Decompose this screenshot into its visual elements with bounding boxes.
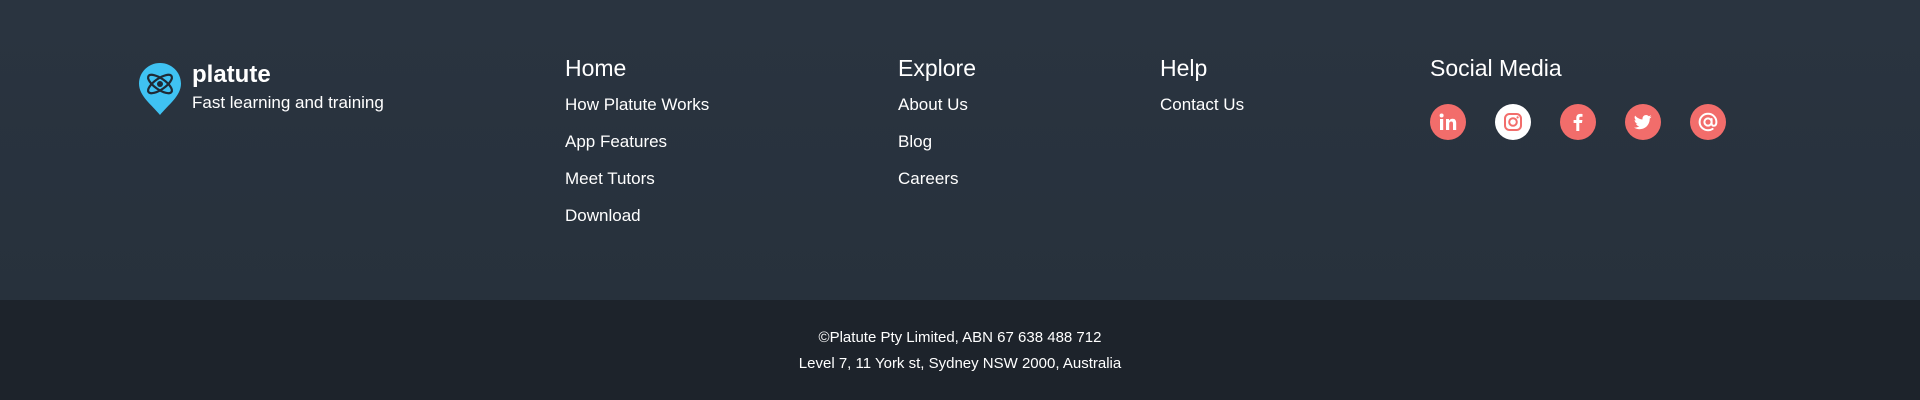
- column-heading-home: Home: [565, 55, 627, 81]
- footer-column-explore: Explore About Us Blog Careers: [898, 54, 976, 205]
- column-heading-help: Help: [1160, 55, 1208, 81]
- linkedin-button[interactable]: [1430, 104, 1466, 140]
- column-heading-explore: Explore: [898, 55, 976, 81]
- footer-link-download[interactable]: Download: [565, 205, 709, 227]
- footer-column-home: Home How Platute Works App Features Meet…: [565, 54, 709, 242]
- brand[interactable]: platute Fast learning and training: [138, 60, 384, 116]
- footer-legal: ©Platute Pty Limited, ABN 67 638 488 712…: [0, 300, 1920, 400]
- email-button[interactable]: [1690, 104, 1726, 140]
- instagram-icon: [1504, 113, 1522, 131]
- footer-column-help: Help Contact Us: [1160, 54, 1244, 131]
- footer-link-contact-us[interactable]: Contact Us: [1160, 94, 1244, 116]
- footer-link-blog[interactable]: Blog: [898, 131, 976, 153]
- instagram-button[interactable]: [1495, 104, 1531, 140]
- twitter-icon: [1634, 115, 1652, 130]
- atom-pin-icon: [139, 63, 181, 115]
- social-links: [1430, 104, 1726, 140]
- footer-link-about-us[interactable]: About Us: [898, 94, 976, 116]
- email-icon: [1698, 112, 1718, 132]
- footer-link-how-platute-works[interactable]: How Platute Works: [565, 94, 709, 116]
- footer-link-meet-tutors[interactable]: Meet Tutors: [565, 168, 709, 190]
- copyright-text: ©Platute Pty Limited, ABN 67 638 488 712…: [0, 300, 1920, 377]
- footer-link-app-features[interactable]: App Features: [565, 131, 709, 153]
- twitter-button[interactable]: [1625, 104, 1661, 140]
- facebook-button[interactable]: [1560, 104, 1596, 140]
- brand-tagline: Fast learning and training: [192, 93, 384, 112]
- footer-main: platute Fast learning and training Home …: [0, 0, 1920, 300]
- column-heading-social: Social Media: [1430, 55, 1562, 81]
- address-line: Level 7, 11 York st, Sydney NSW 2000, Au…: [798, 355, 1122, 372]
- brand-name: platute: [192, 61, 271, 88]
- facebook-icon: [1573, 113, 1583, 131]
- footer-link-careers[interactable]: Careers: [898, 168, 976, 190]
- linkedin-icon: [1439, 113, 1457, 130]
- footer-column-social: Social Media: [1430, 54, 1726, 140]
- copyright-line: ©Platute Pty Limited, ABN 67 638 488 712: [818, 329, 1102, 346]
